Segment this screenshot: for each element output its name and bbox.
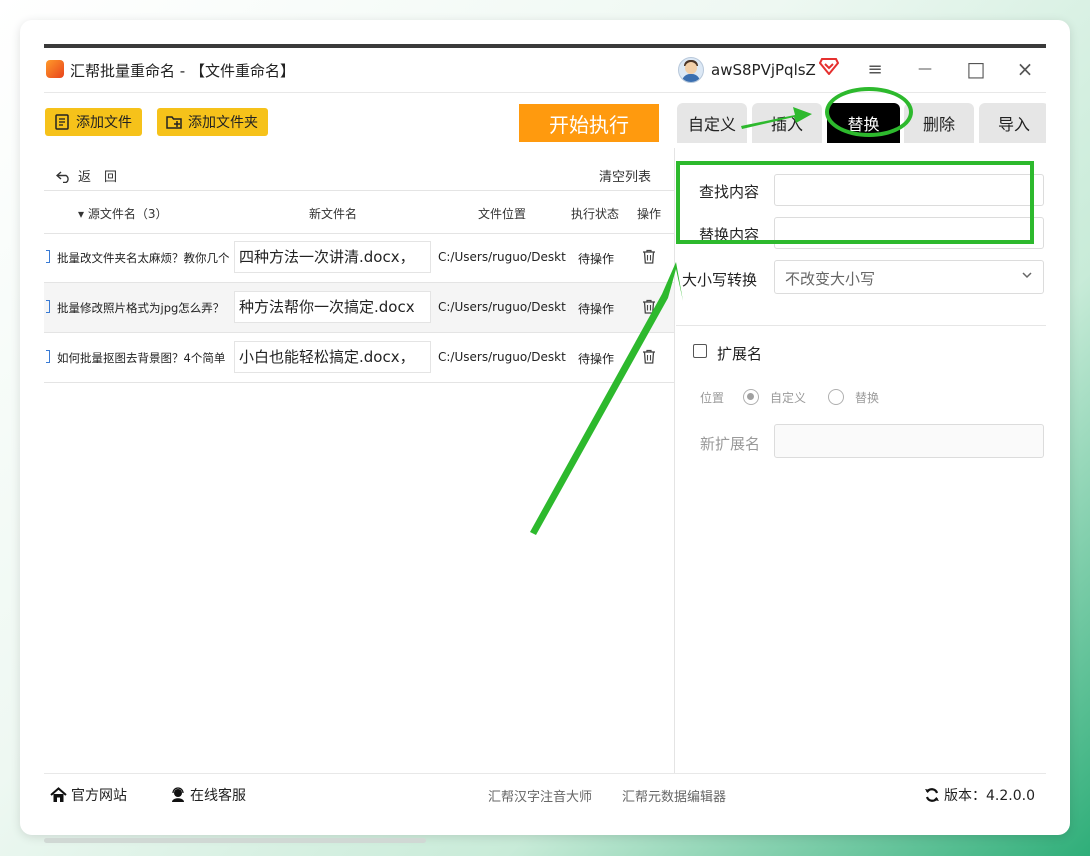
annotation-arrow-to-fields bbox=[530, 262, 683, 535]
annotation-arrow-to-tab bbox=[741, 107, 812, 129]
annotation-arrows bbox=[530, 107, 812, 535]
